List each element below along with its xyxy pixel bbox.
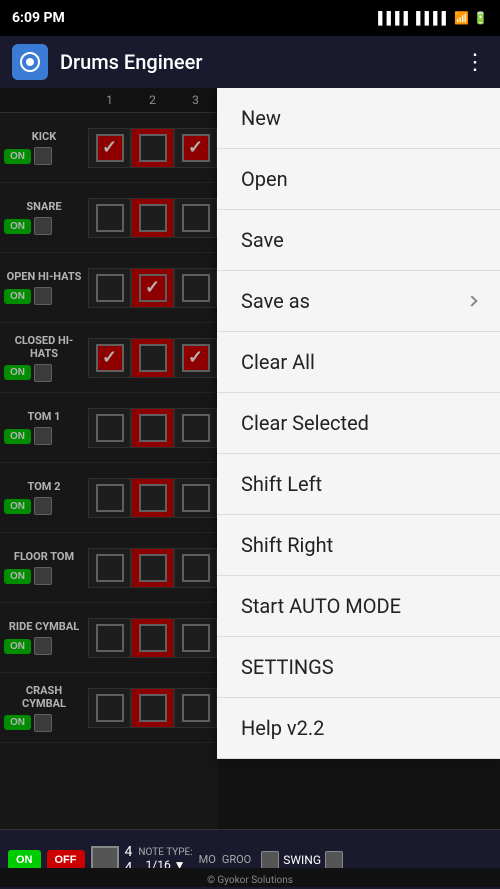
menu-item-clear-selected-label: Clear Selected xyxy=(241,411,369,435)
note-type-label: NOTE TYPE: xyxy=(138,847,192,858)
menu-item-start-auto-mode-label: Start AUTO MODE xyxy=(241,594,401,618)
bottom-on-button[interactable]: ON xyxy=(8,850,41,870)
main-content: 1 2 3 KICK ON ✓ xyxy=(0,88,500,829)
status-icons: ▌▌▌▌ ▌▌▌▌ 📶 🔋 xyxy=(378,11,488,25)
save-as-arrow-icon xyxy=(466,295,477,306)
menu-item-open[interactable]: Open xyxy=(217,149,500,210)
dropdown-menu: New Open Save Save as Clear All Clear Se… xyxy=(217,88,500,759)
status-time: 6:09 PM xyxy=(12,10,65,26)
swing-checkbox[interactable] xyxy=(261,851,279,869)
menu-item-clear-all-label: Clear All xyxy=(241,350,315,374)
menu-item-new-label: New xyxy=(241,106,281,130)
menu-item-open-label: Open xyxy=(241,167,288,191)
menu-item-shift-right-label: Shift Right xyxy=(241,533,333,557)
bottom-off-button[interactable]: OFF xyxy=(47,850,85,870)
signal-icon-2: ▌▌▌▌ xyxy=(416,11,450,25)
menu-item-clear-selected[interactable]: Clear Selected xyxy=(217,393,500,454)
menu-item-help-label: Help v2.2 xyxy=(241,716,324,740)
menu-item-new[interactable]: New xyxy=(217,88,500,149)
menu-item-start-auto-mode[interactable]: Start AUTO MODE xyxy=(217,576,500,637)
mode-section: MO xyxy=(199,853,216,866)
signal-icon: ▌▌▌▌ xyxy=(378,11,412,25)
menu-item-help[interactable]: Help v2.2 xyxy=(217,698,500,759)
menu-item-save-as[interactable]: Save as xyxy=(217,271,500,332)
copyright-text: © Gyokor Solutions xyxy=(207,875,293,886)
menu-item-save[interactable]: Save xyxy=(217,210,500,271)
swing-label: SWING xyxy=(283,853,321,867)
menu-item-shift-left-label: Shift Left xyxy=(241,472,322,496)
time-sig-numerator: 4 xyxy=(125,844,133,860)
menu-item-clear-all[interactable]: Clear All xyxy=(217,332,500,393)
menu-item-settings-label: SETTINGS xyxy=(241,655,334,679)
swing-value-checkbox[interactable] xyxy=(325,851,343,869)
status-bar: 6:09 PM ▌▌▌▌ ▌▌▌▌ 📶 🔋 xyxy=(0,0,500,36)
wifi-icon: 📶 xyxy=(454,11,469,25)
groove-section: GROO xyxy=(222,853,251,866)
menu-item-save-label: Save xyxy=(241,228,284,252)
menu-item-shift-left[interactable]: Shift Left xyxy=(217,454,500,515)
app-bar: Drums Engineer ⋮ xyxy=(0,36,500,88)
battery-icon: 🔋 xyxy=(473,11,488,25)
menu-overlay[interactable]: New Open Save Save as Clear All Clear Se… xyxy=(0,88,500,829)
menu-item-settings[interactable]: SETTINGS xyxy=(217,637,500,698)
app-icon xyxy=(12,44,48,80)
menu-item-shift-right[interactable]: Shift Right xyxy=(217,515,500,576)
app-title: Drums Engineer xyxy=(60,50,452,74)
overflow-menu-button[interactable]: ⋮ xyxy=(464,50,488,75)
footer: © Gyokor Solutions xyxy=(0,868,500,887)
menu-item-save-as-label: Save as xyxy=(241,289,310,313)
swing-section: SWING xyxy=(261,851,343,869)
